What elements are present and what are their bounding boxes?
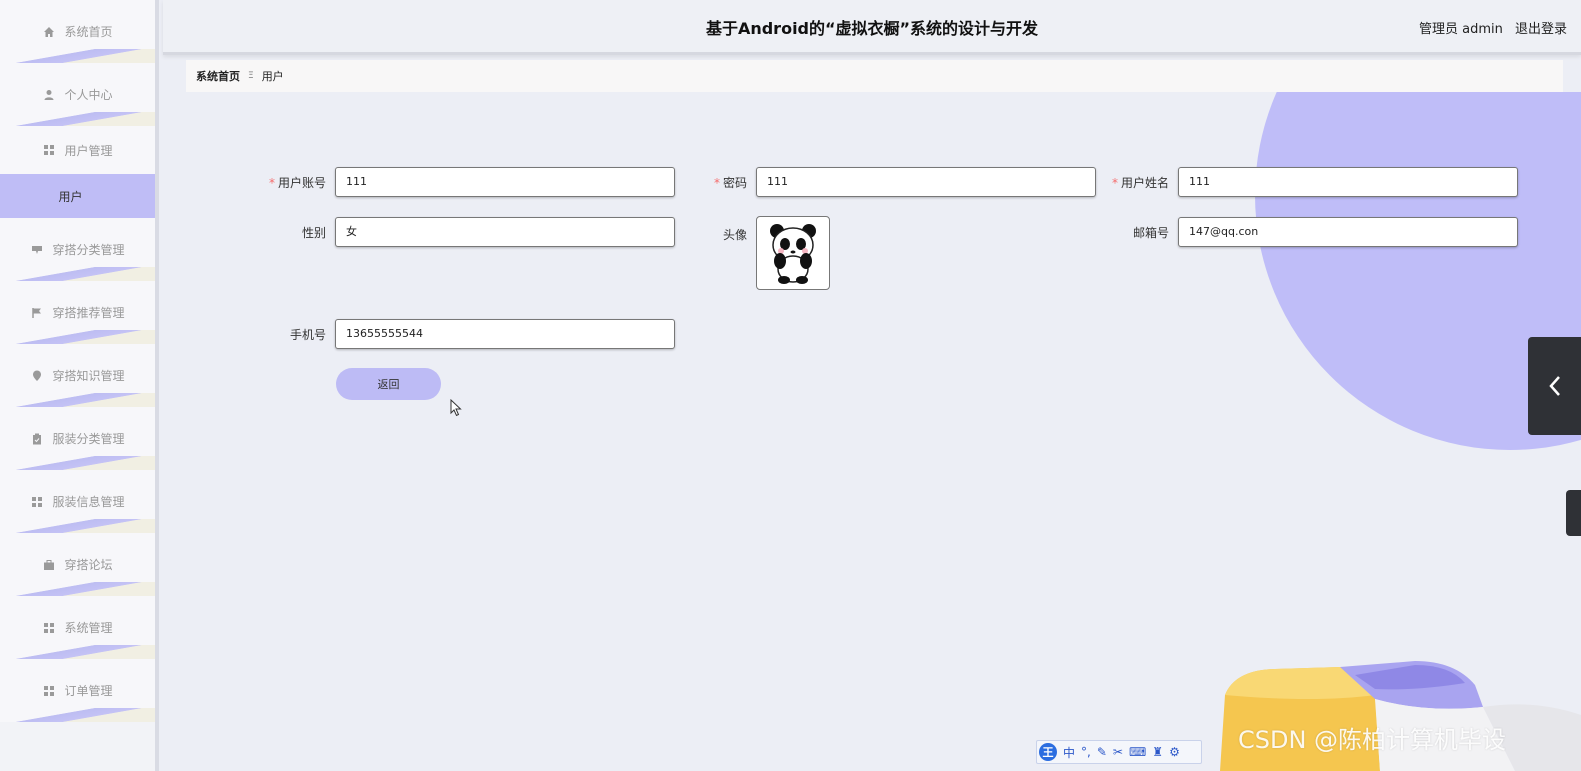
form-row-gender: 性别 [266,217,675,247]
pin-icon [30,369,44,383]
ime-toolbar[interactable]: 王 中 °, ✎ ✂ ⌨ ♜ ⚙ [1036,740,1202,764]
sidebar-item-forum[interactable]: 穿搭论坛 [0,533,155,596]
grid-icon [42,143,56,157]
sidebar-item-label: 穿搭分类管理 [52,243,125,257]
account-input[interactable] [335,167,675,197]
sidebar-item-user-management[interactable]: 用户管理 [0,126,155,174]
breadcrumb-current: 用户 [261,70,284,83]
breadcrumb-home[interactable]: 系统首页 [196,68,240,84]
sidebar-item-profile[interactable]: 个人中心 [0,63,155,126]
form-row-avatar: 头像 [687,216,830,290]
sidebar-item-orders[interactable]: 订单管理 [0,659,155,722]
page-title: 基于Android的“虚拟衣橱”系统的设计与开发 [705,19,1039,38]
clipboard-icon [30,432,44,446]
briefcase-icon [42,558,56,572]
phone-input[interactable] [335,319,675,349]
sidebar-item-label: 用户管理 [64,143,113,158]
csdn-watermark: CSDN @陈柏计算机毕设 [1238,726,1507,754]
breadcrumb: 系统首页 Ξ 用户 [186,60,1563,92]
sidebar-item-label: 穿搭论坛 [64,558,113,572]
sidebar-item-label: 用户 [58,189,83,204]
breadcrumb-separator-icon: Ξ [248,71,254,81]
sidebar-item-label: 个人中心 [64,88,113,102]
avatar-image[interactable] [756,216,830,290]
sidebar-item-clothing-category[interactable]: 服装分类管理 [0,407,155,470]
tag-icon [30,243,44,257]
grid-icon [42,621,56,635]
ime-keyboard-icon[interactable]: ⌨ [1129,745,1146,759]
home-icon [42,25,56,39]
grid-icon [42,684,56,698]
sidebar-item-outfit-recommend[interactable]: 穿搭推荐管理 [0,281,155,344]
form-row-email: 邮箱号 [1109,217,1518,247]
chevron-left-icon [1548,376,1560,396]
mouse-cursor-icon [450,399,462,417]
sidebar: 系统首页 个人中心 用户管理 用户 穿搭分类管理 穿搭推荐管理 穿搭知识管理 服… [0,0,159,771]
sidebar-item-clothing-info[interactable]: 服装信息管理 [0,470,155,533]
ime-pen-icon[interactable]: ✎ [1097,745,1107,759]
email-input[interactable] [1178,217,1518,247]
sidebar-item-user[interactable]: 用户 [0,174,155,218]
sidebar-item-system[interactable]: 系统管理 [0,596,155,659]
name-label: * 用户姓名 [1111,175,1169,190]
logout-link[interactable]: 退出登录 [1515,22,1567,37]
sidebar-item-label: 系统首页 [64,25,113,39]
phone-label: 手机号 [289,327,326,342]
avatar-label: 头像 [722,228,747,242]
sidebar-item-label: 订单管理 [64,684,113,698]
name-input[interactable] [1178,167,1518,197]
flag-icon [30,306,44,320]
form-row-password: * 密码 [687,167,1096,197]
ime-punct-icon[interactable]: °, [1081,745,1091,759]
email-label: 邮箱号 [1132,225,1169,240]
form-row-phone: 手机号 [266,319,675,349]
gender-label: 性别 [301,225,326,240]
ime-settings-icon[interactable]: ⚙ [1169,745,1180,759]
side-handle-secondary[interactable] [1566,490,1581,536]
gender-input[interactable] [335,217,675,247]
panda-avatar-icon [770,224,816,284]
ime-skin-icon[interactable]: ♜ [1152,745,1163,759]
account-label: * 用户账号 [268,175,326,190]
grid-icon [30,495,44,509]
sidebar-item-outfit-category[interactable]: 穿搭分类管理 [0,218,155,281]
top-header: 基于Android的“虚拟衣橱”系统的设计与开发 管理员 admin 退出登录 [163,0,1581,55]
sidebar-item-label: 服装分类管理 [52,432,125,446]
collapse-panel-button[interactable] [1528,337,1581,435]
form-row-name: * 用户姓名 [1109,167,1518,197]
user-label: 管理员 admin [1418,22,1503,37]
ime-mode-label[interactable]: 中 [1063,744,1075,761]
sidebar-item-label: 系统管理 [64,621,113,635]
sidebar-item-home[interactable]: 系统首页 [0,0,155,63]
sidebar-item-label: 穿搭知识管理 [52,369,125,383]
sidebar-item-outfit-knowledge[interactable]: 穿搭知识管理 [0,344,155,407]
user-area: 管理员 admin 退出登录 [1411,18,1567,37]
password-label: * 密码 [713,175,747,190]
person-icon [42,88,56,102]
ime-scissors-icon[interactable]: ✂ [1113,745,1123,759]
back-button[interactable]: 返回 [336,368,441,400]
sidebar-item-label: 穿搭推荐管理 [52,306,125,320]
password-input[interactable] [756,167,1096,197]
sidebar-item-label: 服装信息管理 [52,495,125,509]
ime-logo-icon[interactable]: 王 [1039,743,1057,761]
form-row-account: * 用户账号 [266,167,675,197]
